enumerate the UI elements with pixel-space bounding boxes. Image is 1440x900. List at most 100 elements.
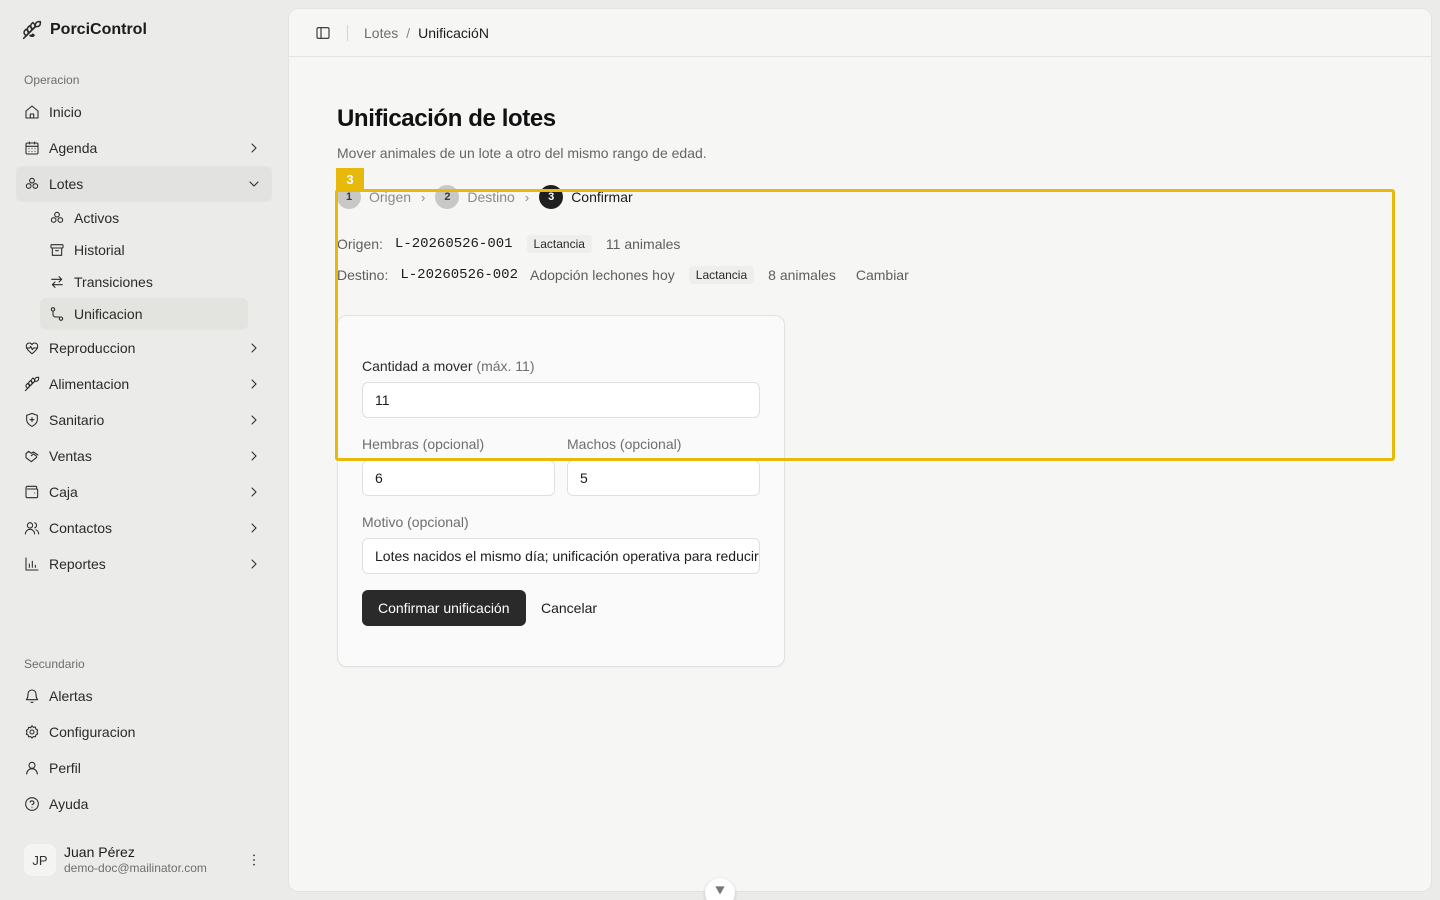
sidebar-item-label: Sanitario: [49, 412, 105, 428]
step-separator: ›: [524, 189, 530, 205]
sidebar-item-alertas[interactable]: Alertas: [16, 678, 272, 714]
quantity-label: Cantidad a mover (máx. 11): [362, 358, 535, 374]
destination-name: Adopción lechones hoy: [529, 267, 675, 283]
breadcrumb-lotes[interactable]: Lotes: [364, 25, 398, 41]
destination-code: L-20260526-002: [400, 267, 518, 283]
sidebar-item-ventas[interactable]: Ventas: [16, 438, 272, 474]
origin-summary: Origen: L-20260526-001 Lactancia 11 anim…: [337, 235, 680, 253]
step-label: Confirmar: [571, 189, 633, 205]
breadcrumb: Lotes / UnificacióN: [364, 25, 489, 41]
sidebar-item-label: Ventas: [49, 448, 92, 464]
sidebar-item-perfil[interactable]: Perfil: [16, 750, 272, 786]
user-name: Juan Pérez: [64, 843, 135, 860]
sidebar-item-alimentacion[interactable]: Alimentacion: [16, 366, 272, 402]
user-menu[interactable]: JP Juan Pérez demo-doc@mailinator.com: [16, 836, 272, 884]
sidebar-item-caja[interactable]: Caja: [16, 474, 272, 510]
avatar: JP: [24, 844, 56, 876]
step-number: 3: [539, 185, 564, 209]
step-label: Origen: [369, 189, 412, 205]
chevron-right-icon: [246, 520, 262, 536]
sidebar-item-configuracion[interactable]: Configuracion: [16, 714, 272, 750]
sidebar-subitem-historial[interactable]: Historial: [40, 234, 248, 266]
stepper: 1 Origen › 2 Destino › 3 Confirmar: [337, 185, 633, 209]
males-label: Machos (opcional): [567, 436, 682, 452]
change-destination-button[interactable]: Cambiar: [856, 267, 909, 283]
unification-form-card: Cantidad a mover (máx. 11) 11 Hembras (o…: [337, 315, 785, 667]
sidebar-item-label: Contactos: [49, 520, 113, 536]
app-name: PorciControl: [50, 21, 147, 38]
sidebar-item-label: Perfil: [49, 760, 81, 776]
scroll-down-button[interactable]: [705, 878, 735, 900]
more-vertical-icon[interactable]: [246, 852, 262, 868]
calendar-icon: [24, 140, 40, 156]
sidebar-subitem-transiciones[interactable]: Transiciones: [40, 266, 248, 298]
sidebar-item-label: Alertas: [49, 688, 93, 704]
shield-plus-icon: [24, 412, 40, 428]
wheat-logo-icon: [22, 20, 42, 40]
lotes-icon: [49, 210, 65, 226]
sidebar-toggle-icon[interactable]: [315, 25, 331, 41]
chevron-right-icon: [246, 340, 262, 356]
quantity-input[interactable]: 11: [362, 382, 760, 418]
brand[interactable]: PorciControl: [22, 20, 147, 40]
sidebar-item-reproduccion[interactable]: Reproduccion: [16, 330, 272, 366]
chevron-right-icon: [246, 484, 262, 500]
step-confirmar[interactable]: 3 Confirmar: [539, 185, 633, 209]
origin-stage-badge: Lactancia: [526, 235, 592, 253]
sidebar-subitem-label: Unificacion: [74, 306, 143, 322]
wheat-icon: [24, 376, 40, 392]
sidebar-item-label: Reproduccion: [49, 340, 136, 356]
reason-input[interactable]: Lotes nacidos el mismo día; unificación …: [362, 538, 760, 574]
sidebar-item-label: Agenda: [49, 140, 98, 156]
sidebar-item-reportes[interactable]: Reportes: [16, 546, 272, 582]
user-icon: [24, 760, 40, 776]
quantity-hint: (máx. 11): [476, 358, 535, 374]
sidebar-item-label: Inicio: [49, 104, 82, 120]
lotes-icon: [24, 176, 40, 192]
confirm-unification-button[interactable]: Confirmar unificación: [362, 590, 526, 626]
chevron-down-icon: [713, 884, 727, 898]
males-input[interactable]: 5: [567, 460, 760, 496]
route-icon: [49, 306, 65, 322]
section-label-operacion: Operacion: [24, 73, 80, 87]
heart-pulse-icon: [24, 340, 40, 356]
step-separator: ›: [421, 189, 426, 205]
sidebar: PorciControl Operacion Inicio Agenda Lot…: [0, 0, 288, 900]
chevron-right-icon: [246, 140, 262, 156]
sidebar-item-inicio[interactable]: Inicio: [16, 94, 272, 130]
chevron-right-icon: [246, 448, 262, 464]
origin-label: Origen:: [337, 236, 383, 252]
main-nav: Inicio Agenda Lotes Activos Historial Tr…: [16, 94, 272, 582]
user-email: demo-doc@mailinator.com: [64, 861, 207, 876]
user-info: Juan Pérez demo-doc@mailinator.com: [64, 844, 207, 877]
chevron-down-icon: [246, 176, 262, 192]
wallet-icon: [24, 484, 40, 500]
bell-icon: [24, 688, 40, 704]
annotation-badge: 3: [336, 168, 364, 190]
females-label: Hembras (opcional): [362, 436, 485, 452]
breadcrumb-current: UnificacióN: [418, 24, 489, 41]
sidebar-subitem-activos[interactable]: Activos: [40, 202, 248, 234]
sidebar-item-ayuda[interactable]: Ayuda: [16, 786, 272, 822]
origin-code: L-20260526-001: [394, 236, 513, 252]
topbar-divider: [347, 24, 348, 41]
help-circle-icon: [24, 796, 40, 812]
sidebar-item-contactos[interactable]: Contactos: [16, 510, 272, 546]
users-icon: [24, 520, 40, 536]
chevron-right-icon: [246, 412, 262, 428]
destination-stage-badge: Lactancia: [688, 266, 755, 284]
destination-count: 8 animales: [768, 267, 836, 283]
sidebar-item-sanitario[interactable]: Sanitario: [16, 402, 272, 438]
sidebar-subitem-label: Historial: [74, 242, 125, 258]
sidebar-item-agenda[interactable]: Agenda: [16, 130, 272, 166]
sidebar-subitem-label: Transiciones: [74, 274, 153, 290]
page-title: Unificación de lotes: [337, 105, 556, 132]
secondary-nav: Alertas Configuracion Perfil Ayuda: [16, 678, 272, 822]
sidebar-subitem-unificacion[interactable]: Unificacion: [40, 298, 248, 330]
step-destino[interactable]: 2 Destino: [435, 185, 515, 209]
cancel-button[interactable]: Cancelar: [530, 590, 608, 626]
females-input[interactable]: 6: [362, 460, 555, 496]
bar-chart-icon: [24, 556, 40, 572]
sidebar-item-label: Ayuda: [49, 796, 89, 812]
sidebar-item-lotes[interactable]: Lotes: [16, 166, 272, 202]
